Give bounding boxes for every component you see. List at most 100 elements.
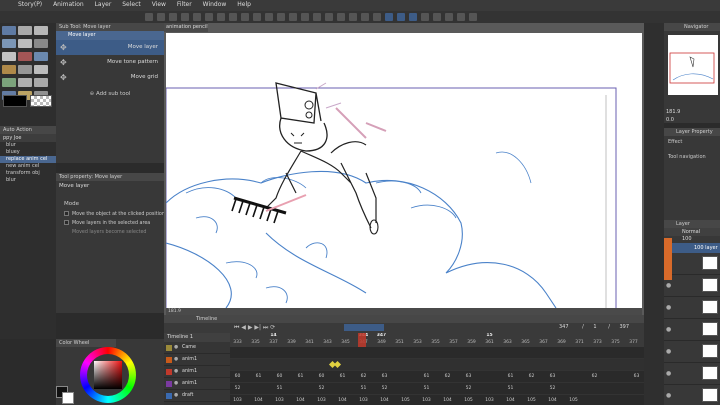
canvas-tab[interactable]: animation pencil* — [164, 23, 208, 32]
command-icon[interactable] — [277, 13, 285, 21]
command-icon[interactable] — [373, 13, 381, 21]
action-item[interactable]: new anim cel — [0, 163, 56, 170]
command-icon[interactable] — [169, 13, 177, 21]
transparent-swatch[interactable] — [30, 95, 52, 107]
subtool-move-grid[interactable]: ✥ Move grid — [56, 70, 164, 85]
color-wheel[interactable] — [80, 347, 136, 403]
saturation-square[interactable] — [94, 361, 122, 389]
tool-icon[interactable] — [2, 26, 16, 35]
eye-icon[interactable]: ● — [174, 354, 178, 366]
command-icon[interactable] — [265, 13, 273, 21]
tool-icon[interactable] — [18, 78, 32, 87]
track-cells[interactable] — [230, 347, 644, 359]
navigator-preview[interactable] — [668, 35, 718, 95]
layer-row[interactable]: ● — [664, 319, 720, 341]
tool-icon[interactable] — [18, 39, 32, 48]
command-icon[interactable] — [229, 13, 237, 21]
command-icon[interactable] — [145, 13, 153, 21]
command-icon[interactable] — [253, 13, 261, 21]
frame-grid[interactable]: 333 335 337 339 341 343 345 347 349 351 353 355 357 3… — [230, 333, 644, 405]
navigator-rotation[interactable]: 0.0 — [666, 117, 674, 123]
command-icon[interactable] — [205, 13, 213, 21]
command-icon[interactable] — [385, 13, 393, 21]
command-icon[interactable] — [397, 13, 405, 21]
command-icon[interactable] — [241, 13, 249, 21]
add-subtool-button[interactable]: ⊕ Add sub tool — [56, 87, 164, 102]
checkbox[interactable] — [64, 211, 69, 216]
auto-action-set[interactable]: ppy Joe — [0, 134, 56, 142]
track-row[interactable]: ● anim1 — [164, 354, 230, 366]
main-color-swatch[interactable] — [3, 95, 27, 107]
eye-icon[interactable]: ● — [666, 348, 671, 355]
tool-icon[interactable] — [34, 26, 48, 35]
tool-icon[interactable] — [2, 78, 16, 87]
command-icon[interactable] — [469, 13, 477, 21]
eye-icon[interactable]: ● — [666, 304, 671, 311]
eye-icon[interactable]: ● — [666, 392, 671, 399]
opacity-value[interactable]: 100 — [664, 236, 720, 243]
playback-controls[interactable]: ⏮ ◀ ▶ ▶| ⏭ ⟳ — [234, 324, 275, 332]
action-item[interactable]: replace anim cel — [0, 156, 56, 163]
eye-icon[interactable]: ● — [666, 370, 671, 377]
layer-row[interactable]: ● — [664, 363, 720, 385]
menu-window[interactable]: Window — [203, 0, 227, 10]
option-become-selected[interactable]: Moved layers become selected — [64, 228, 156, 237]
command-icon[interactable] — [445, 13, 453, 21]
command-icon[interactable] — [301, 13, 309, 21]
layer-folder[interactable]: 100 layer — [664, 243, 720, 253]
tool-icon[interactable] — [34, 52, 48, 61]
track-cells[interactable]: 60 61 60 61 60 61 62 63 61 62 63 61 62 63 62 63 — [230, 371, 644, 383]
tool-icon[interactable] — [18, 52, 32, 61]
keyframe-icon[interactable] — [333, 360, 342, 369]
track-row[interactable]: ● anim1 — [164, 378, 230, 390]
tool-icon[interactable] — [18, 65, 32, 74]
track-cells[interactable]: 103 104 103 104 103 104 103 104 105 103 104 105 103 1… — [230, 395, 644, 405]
tool-icon[interactable] — [2, 65, 16, 74]
subtool-move-tone[interactable]: ✥ Move tone pattern — [56, 55, 164, 70]
menu-story[interactable]: Story(P) — [18, 0, 42, 10]
menu-filter[interactable]: Filter — [177, 0, 192, 10]
action-item[interactable]: blur — [0, 142, 56, 149]
layer-row[interactable]: ● — [664, 385, 720, 405]
option-selected-area[interactable]: Move layers in the selected area — [64, 219, 156, 228]
command-icon[interactable] — [181, 13, 189, 21]
menu-layer[interactable]: Layer — [95, 0, 112, 10]
layer-mode-buttons[interactable] — [344, 324, 384, 331]
action-item[interactable]: transform obj — [0, 170, 56, 177]
command-icon[interactable] — [217, 13, 225, 21]
layer-row[interactable]: ● — [664, 275, 720, 297]
command-icon[interactable] — [289, 13, 297, 21]
eye-icon[interactable]: ● — [174, 378, 178, 390]
command-icon[interactable] — [361, 13, 369, 21]
track-cells[interactable] — [230, 359, 644, 371]
eye-icon[interactable]: ● — [666, 282, 671, 289]
navigator-zoom[interactable]: 181.9 — [666, 109, 680, 115]
tool-icon[interactable] — [34, 65, 48, 74]
menu-animation[interactable]: Animation — [53, 0, 84, 10]
eye-icon[interactable]: ● — [174, 366, 178, 378]
blend-mode-select[interactable]: Normal — [664, 228, 720, 236]
tool-icon[interactable] — [18, 26, 32, 35]
track-row[interactable]: ● anim1 — [164, 366, 230, 378]
command-icon[interactable] — [337, 13, 345, 21]
command-icon[interactable] — [349, 13, 357, 21]
command-icon[interactable] — [457, 13, 465, 21]
layer-row[interactable]: ● — [664, 297, 720, 319]
track-row[interactable]: ● Came — [164, 342, 230, 354]
action-item[interactable]: blur — [0, 177, 56, 184]
menu-select[interactable]: Select — [122, 0, 141, 10]
track-row[interactable]: ● draft — [164, 390, 230, 402]
command-icon[interactable] — [157, 13, 165, 21]
subtool-tab[interactable]: Move layer — [56, 31, 164, 40]
eye-icon[interactable]: ● — [174, 342, 178, 354]
menu-view[interactable]: View — [152, 0, 166, 10]
timeline-track-dropdown[interactable]: Timeline 1 — [164, 333, 230, 342]
tool-icon[interactable] — [2, 39, 16, 48]
command-icon[interactable] — [313, 13, 321, 21]
checkbox[interactable] — [64, 220, 69, 225]
command-icon[interactable] — [193, 13, 201, 21]
layer-row[interactable]: ● — [664, 341, 720, 363]
command-icon[interactable] — [409, 13, 417, 21]
action-item[interactable]: bluey — [0, 149, 56, 156]
canvas-paper[interactable] — [166, 33, 642, 308]
